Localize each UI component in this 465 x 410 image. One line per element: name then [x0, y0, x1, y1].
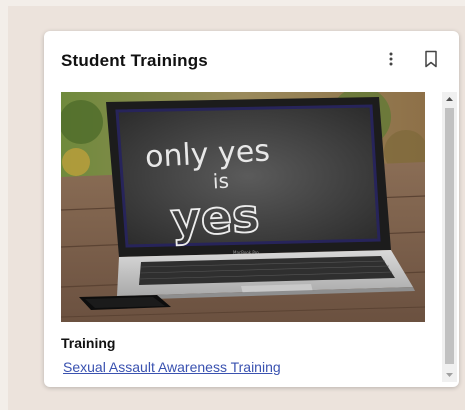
- more-vertical-icon[interactable]: [384, 49, 398, 69]
- scroll-up-arrow-icon[interactable]: [442, 92, 457, 106]
- section-label-training: Training: [61, 335, 116, 351]
- card-content: only yes is yes MacBook Pro Training Sex…: [61, 92, 429, 382]
- training-hero-image: only yes is yes MacBook Pro: [61, 92, 425, 322]
- page-top-strip: [0, 0, 465, 6]
- screen-text-only-yes: only yes: [144, 134, 271, 175]
- content-scrollbar[interactable]: [442, 92, 457, 382]
- scroll-thumb[interactable]: [445, 108, 454, 364]
- bookmark-icon[interactable]: [423, 50, 439, 68]
- page-left-strip: [0, 0, 8, 410]
- screen-text-yes: yes: [169, 188, 260, 247]
- card-title: Student Trainings: [61, 51, 208, 70]
- student-trainings-card: Student Trainings only yes is yes MacBoo…: [44, 31, 459, 387]
- page: Student Trainings only yes is yes MacBoo…: [0, 0, 465, 410]
- scroll-down-arrow-icon[interactable]: [442, 368, 457, 382]
- sexual-assault-awareness-training-link[interactable]: Sexual Assault Awareness Training: [63, 359, 281, 375]
